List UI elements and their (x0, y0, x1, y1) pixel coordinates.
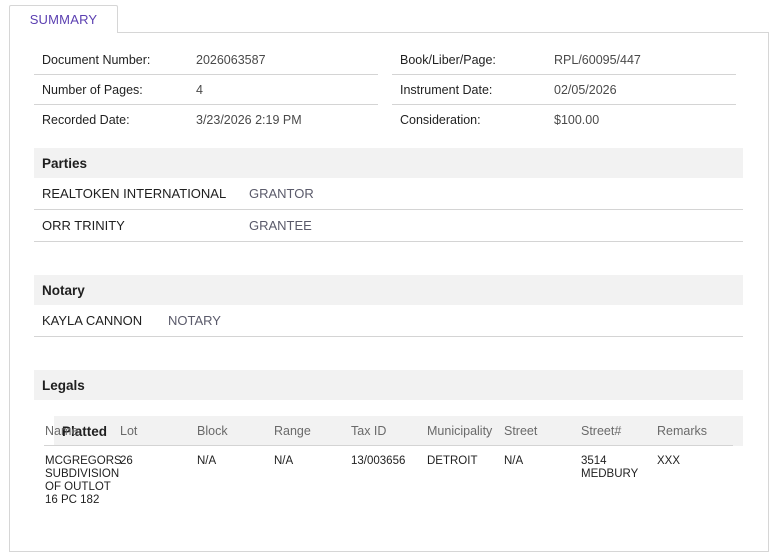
cell-municipality: DETROIT (427, 455, 478, 467)
cell-range: N/A (274, 455, 294, 467)
document-details-right: Book/Liber/Page: RPL/60095/447 Instrumen… (392, 45, 736, 135)
column-header-street: Street (504, 423, 538, 438)
cell-remarks: XXX (657, 455, 681, 467)
column-header-name: Name (45, 423, 79, 438)
party-row: REALTOKEN INTERNATIONAL GRANTOR (34, 178, 743, 210)
notary-header: Notary (34, 275, 743, 305)
party-role: GRANTEE (249, 218, 312, 233)
recorded-date-row: Recorded Date: 3/23/2026 2:19 PM (34, 105, 378, 135)
column-header-lot: Lot (120, 423, 138, 438)
legals-title: Legals (42, 377, 85, 393)
document-number-label: Document Number: (42, 52, 151, 67)
cell-name: MCGREGORS SUBDIVISION OF OUTLOT 16 PC 18… (45, 455, 122, 506)
column-header-block: Block (197, 423, 228, 438)
column-header-remarks: Remarks (657, 423, 708, 438)
notary-role: NOTARY (168, 313, 221, 328)
cell-street: N/A (504, 455, 524, 467)
party-name: REALTOKEN INTERNATIONAL (42, 186, 227, 201)
tab-summary[interactable]: SUMMARY (9, 5, 118, 33)
notary-title: Notary (42, 282, 85, 298)
instrument-date-value: 02/05/2026 (554, 82, 617, 97)
parties-header: Parties (34, 148, 743, 178)
parties-title: Parties (42, 155, 88, 171)
document-details-left: Document Number: 2026063587 Number of Pa… (34, 45, 378, 135)
party-role: GRANTOR (249, 186, 314, 201)
recorded-date-value: 3/23/2026 2:19 PM (196, 113, 302, 127)
notary-row: KAYLA CANNON NOTARY (34, 305, 743, 337)
book-liber-page-value: RPL/60095/447 (554, 52, 641, 67)
number-of-pages-value: 4 (196, 82, 203, 97)
instrument-date-label: Instrument Date: (400, 82, 493, 97)
consideration-label: Consideration: (400, 113, 481, 127)
column-header-range: Range (274, 423, 311, 438)
recorded-date-label: Recorded Date: (42, 113, 130, 127)
column-header-tax-id: Tax ID (351, 423, 387, 438)
number-of-pages-row: Number of Pages: 4 (34, 75, 378, 105)
number-of-pages-label: Number of Pages: (42, 82, 143, 97)
legals-header: Legals (34, 370, 743, 400)
tab-summary-label: SUMMARY (29, 12, 98, 27)
party-name: ORR TRINITY (42, 218, 125, 233)
cell-lot: 26 (120, 455, 133, 467)
party-row: ORR TRINITY GRANTEE (34, 210, 743, 242)
consideration-row: Consideration: $100.00 (392, 105, 736, 135)
cell-block: N/A (197, 455, 217, 467)
cell-street-number: 3514 MEDBURY (581, 455, 639, 480)
document-number-value: 2026063587 (196, 52, 266, 67)
book-liber-page-row: Book/Liber/Page: RPL/60095/447 (392, 45, 736, 75)
consideration-value: $100.00 (554, 113, 600, 127)
platted-table-header: Name Lot Block Range Tax ID Municipality… (44, 416, 733, 446)
document-number-row: Document Number: 2026063587 (34, 45, 378, 75)
instrument-date-row: Instrument Date: 02/05/2026 (392, 75, 736, 105)
column-header-municipality: Municipality (427, 423, 493, 438)
table-row: MCGREGORS SUBDIVISION OF OUTLOT 16 PC 18… (44, 446, 733, 507)
platted-table: Name Lot Block Range Tax ID Municipality… (44, 416, 733, 507)
cell-tax-id: 13/003656 (351, 455, 406, 467)
notary-name: KAYLA CANNON (42, 313, 143, 328)
book-liber-page-label: Book/Liber/Page: (400, 52, 496, 67)
column-header-street-number: Street# (581, 423, 622, 438)
